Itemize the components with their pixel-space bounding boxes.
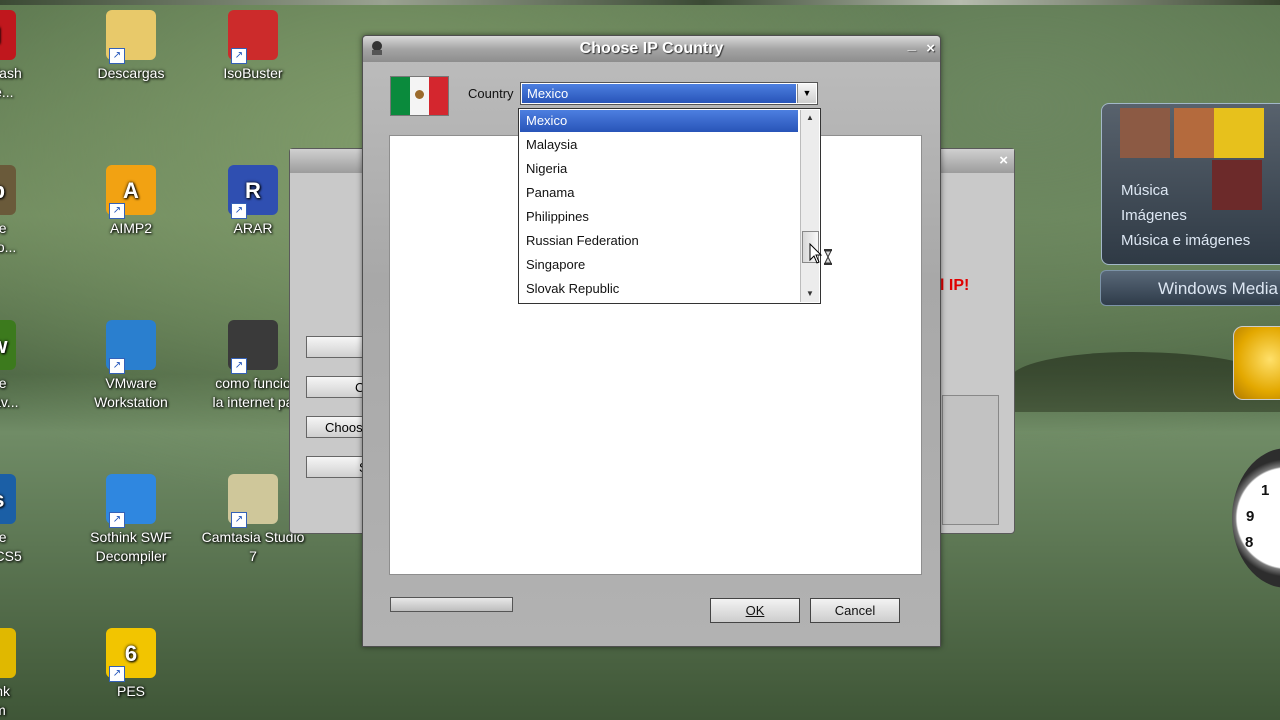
dropdown-item[interactable]: Nigeria	[520, 158, 798, 180]
ok-button[interactable]: OK	[710, 598, 800, 623]
shortcut-arrow-icon: ↗	[109, 666, 125, 682]
media-center-gadget[interactable]: Música Imágenes Música e imágenes	[1101, 103, 1280, 265]
dropdown-item[interactable]: Malaysia	[520, 134, 798, 156]
country-combobox-value[interactable]: Mexico	[522, 84, 796, 103]
flag-stripe-red	[429, 77, 448, 115]
desktop-icon[interactable]: Sb↗dobe ndboo...	[0, 165, 47, 257]
shortcut-arrow-icon: ↗	[109, 48, 125, 64]
desktop-icon[interactable]: 6 ↗ PES	[75, 628, 187, 701]
background-box	[942, 395, 999, 525]
media-tile[interactable]	[1214, 108, 1264, 158]
dialog-titlebar[interactable]: Choose IP Country _ ×	[363, 36, 940, 62]
dropdown-scrollbar[interactable]: ▲ ▼	[800, 110, 819, 302]
dropdown-item[interactable]: Mexico	[520, 110, 798, 132]
progress-bar	[390, 597, 513, 612]
mexico-flag-icon	[390, 76, 449, 116]
clock-number: 1	[1261, 482, 1270, 499]
shortcut-arrow-icon: ↗	[109, 358, 125, 374]
scroll-up-icon[interactable]: ▲	[801, 110, 819, 126]
adobe-dreamweaver-icon: Dw	[0, 320, 16, 370]
desktop-icon[interactable]: A ↗ AIMP2	[75, 165, 187, 238]
shortcut-arrow-icon: ↗	[109, 203, 125, 219]
dropdown-item[interactable]: Panama	[520, 182, 798, 204]
shortcut-arrow-icon: ↗	[231, 358, 247, 374]
shortcut-arrow-icon: ↗	[109, 512, 125, 528]
desktop-icon-label: dobe shop CS5	[0, 529, 22, 564]
media-item-images[interactable]: Imágenes	[1121, 207, 1187, 224]
desktop-icon-label: VMware Workstation	[94, 375, 168, 410]
country-label: Country	[468, 86, 514, 101]
minimize-icon[interactable]: _	[908, 32, 916, 58]
yellow-gadget[interactable]	[1233, 326, 1280, 400]
cancel-button[interactable]: Cancel	[810, 598, 900, 623]
clock-gadget: 1 9 8	[1232, 448, 1280, 588]
adobe-flash-icon: Fl	[0, 10, 16, 60]
media-item-music-images[interactable]: Música e imágenes	[1121, 232, 1250, 249]
desktop-icon-label: Descargas	[97, 65, 165, 81]
desktop-icon[interactable]: Dw↗dobe mweav...	[0, 320, 47, 412]
adobe-soundbooth-icon: Sb	[0, 165, 16, 215]
windows-media-label[interactable]: Windows Media	[1100, 270, 1280, 306]
flag-stripe-green	[391, 77, 410, 115]
dropdown-item[interactable]: Russian Federation	[520, 230, 798, 252]
desktop-icon-label: obe Flash Profe...	[0, 65, 22, 100]
shortcut-arrow-icon: ↗	[231, 48, 247, 64]
dropdown-item[interactable]: Slovak Republic	[520, 278, 798, 300]
desktop-icon[interactable]: ↗ IsoBuster	[197, 10, 309, 83]
desktop-icon-label: AIMP2	[109, 220, 152, 236]
clock-number: 8	[1245, 534, 1254, 551]
dropdown-item[interactable]: Philippines	[520, 206, 798, 228]
desktop-icon[interactable]: ↗ Descargas	[75, 10, 187, 83]
adobe-photoshop-icon: Ps	[0, 474, 16, 524]
media-item-music[interactable]: Música	[1121, 182, 1169, 199]
desktop-icon[interactable]: ↗erLink Cam	[0, 628, 47, 720]
desktop-icon-label: PES	[116, 683, 145, 699]
background-red-text: l IP!	[940, 277, 970, 294]
cyberlink-icon	[0, 628, 16, 678]
desktop-icon-label: dobe ndboo...	[0, 220, 17, 255]
dropdown-item[interactable]: Singapore	[520, 254, 798, 276]
media-tile[interactable]	[1120, 108, 1170, 158]
background-window-close-icon[interactable]: ×	[999, 152, 1008, 169]
combobox-dropdown-arrow-icon[interactable]: ▼	[797, 84, 816, 103]
desktop-icon[interactable]: ↗ Sothink SWF Decompiler	[75, 474, 187, 566]
clock-number: 9	[1246, 508, 1255, 525]
desktop-icon-label: erLink Cam	[0, 683, 11, 718]
app-icon	[372, 41, 382, 55]
country-dropdown-list[interactable]: Mexico Malaysia Nigeria Panama Philippines Ru…	[518, 108, 821, 304]
desktop-icon-label: IsoBuster	[223, 65, 283, 81]
desktop-icon-label: dobe mweav...	[0, 375, 19, 410]
shortcut-arrow-icon: ↗	[231, 512, 247, 528]
ok-button-label: OK	[745, 603, 765, 618]
media-tile[interactable]	[1212, 160, 1262, 210]
shortcut-arrow-icon: ↗	[231, 203, 247, 219]
flag-stripe-white	[410, 77, 429, 115]
desktop-icon[interactable]: Fl↗obe Flash Profe...	[0, 10, 47, 102]
scroll-down-icon[interactable]: ▼	[801, 286, 819, 302]
desktop-icon[interactable]: ↗ VMware Workstation	[75, 320, 187, 412]
top-taskbar-strip	[0, 0, 1280, 5]
desktop-icon-label: Sothink SWF Decompiler	[90, 529, 172, 564]
flag-emblem	[415, 90, 424, 99]
busy-cursor-icon	[809, 243, 832, 265]
country-combobox[interactable]: Mexico ▼	[520, 82, 818, 105]
desktop-icon[interactable]: Ps↗dobe shop CS5	[0, 474, 47, 566]
close-icon[interactable]: ×	[926, 36, 935, 62]
dialog-title: Choose IP Country	[579, 40, 724, 57]
